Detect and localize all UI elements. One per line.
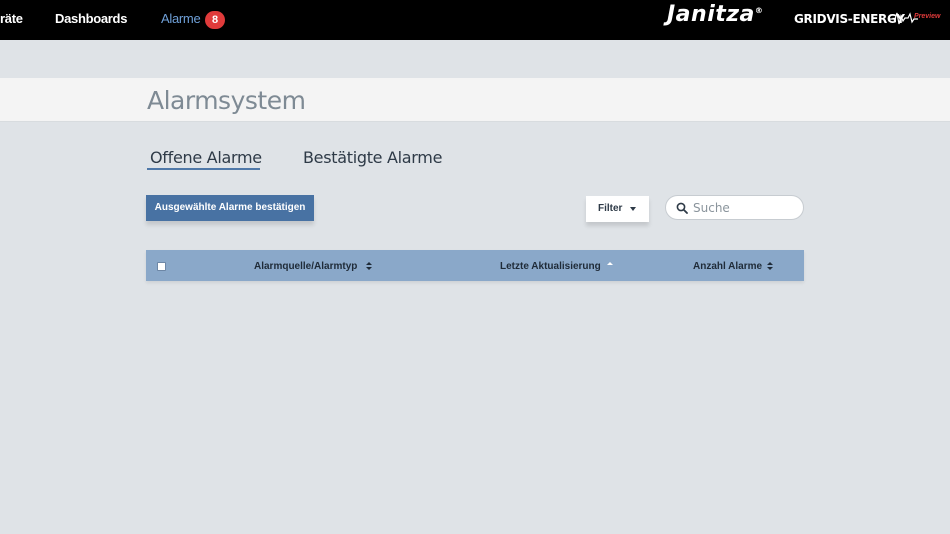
alarm-count-badge: 8 xyxy=(205,11,225,29)
tab-confirmed-alarms[interactable]: Bestätigte Alarme xyxy=(303,148,442,167)
filter-label: Filter xyxy=(598,203,623,214)
column-header-source-type[interactable]: Alarmquelle/Alarmtyp xyxy=(254,261,357,272)
product-name: GRIDVIS-ENERGY xyxy=(794,12,905,26)
search-input[interactable] xyxy=(693,199,798,217)
search-icon xyxy=(676,202,688,214)
filter-button[interactable]: Filter xyxy=(586,196,649,222)
preview-tag: Preview xyxy=(914,13,941,20)
nav-item-devices[interactable]: räte xyxy=(0,11,23,26)
confirm-selected-alarms-button[interactable]: Ausgewählte Alarme bestätigen xyxy=(146,195,314,221)
column-header-alarm-count[interactable]: Anzahl Alarme xyxy=(693,261,762,272)
alarm-table-header: Alarmquelle/Alarmtyp Letzte Aktualisieru… xyxy=(146,250,804,281)
search-box[interactable] xyxy=(665,195,804,220)
top-navigation-bar: räte Dashboards Alarme 8 Janitza® GRIDVI… xyxy=(0,0,950,40)
nav-item-alarms[interactable]: Alarme xyxy=(161,11,201,26)
sort-both-icon[interactable] xyxy=(366,262,372,270)
page-title: Alarmsystem xyxy=(147,86,306,115)
caret-down-icon xyxy=(630,207,636,211)
sort-ascending-icon[interactable] xyxy=(607,262,613,270)
page-header: Alarmsystem xyxy=(0,78,950,122)
active-tab-indicator xyxy=(147,168,260,170)
column-header-last-update[interactable]: Letzte Aktualisierung xyxy=(500,261,601,272)
brand-logo: Janitza® xyxy=(667,2,763,27)
sort-both-icon[interactable] xyxy=(767,262,773,270)
tab-open-alarms[interactable]: Offene Alarme xyxy=(150,148,262,167)
brand-registered-mark: ® xyxy=(754,6,764,15)
select-all-checkbox[interactable] xyxy=(157,262,166,271)
brand-name: Janitza xyxy=(667,2,755,27)
nav-item-dashboards[interactable]: Dashboards xyxy=(55,11,127,26)
